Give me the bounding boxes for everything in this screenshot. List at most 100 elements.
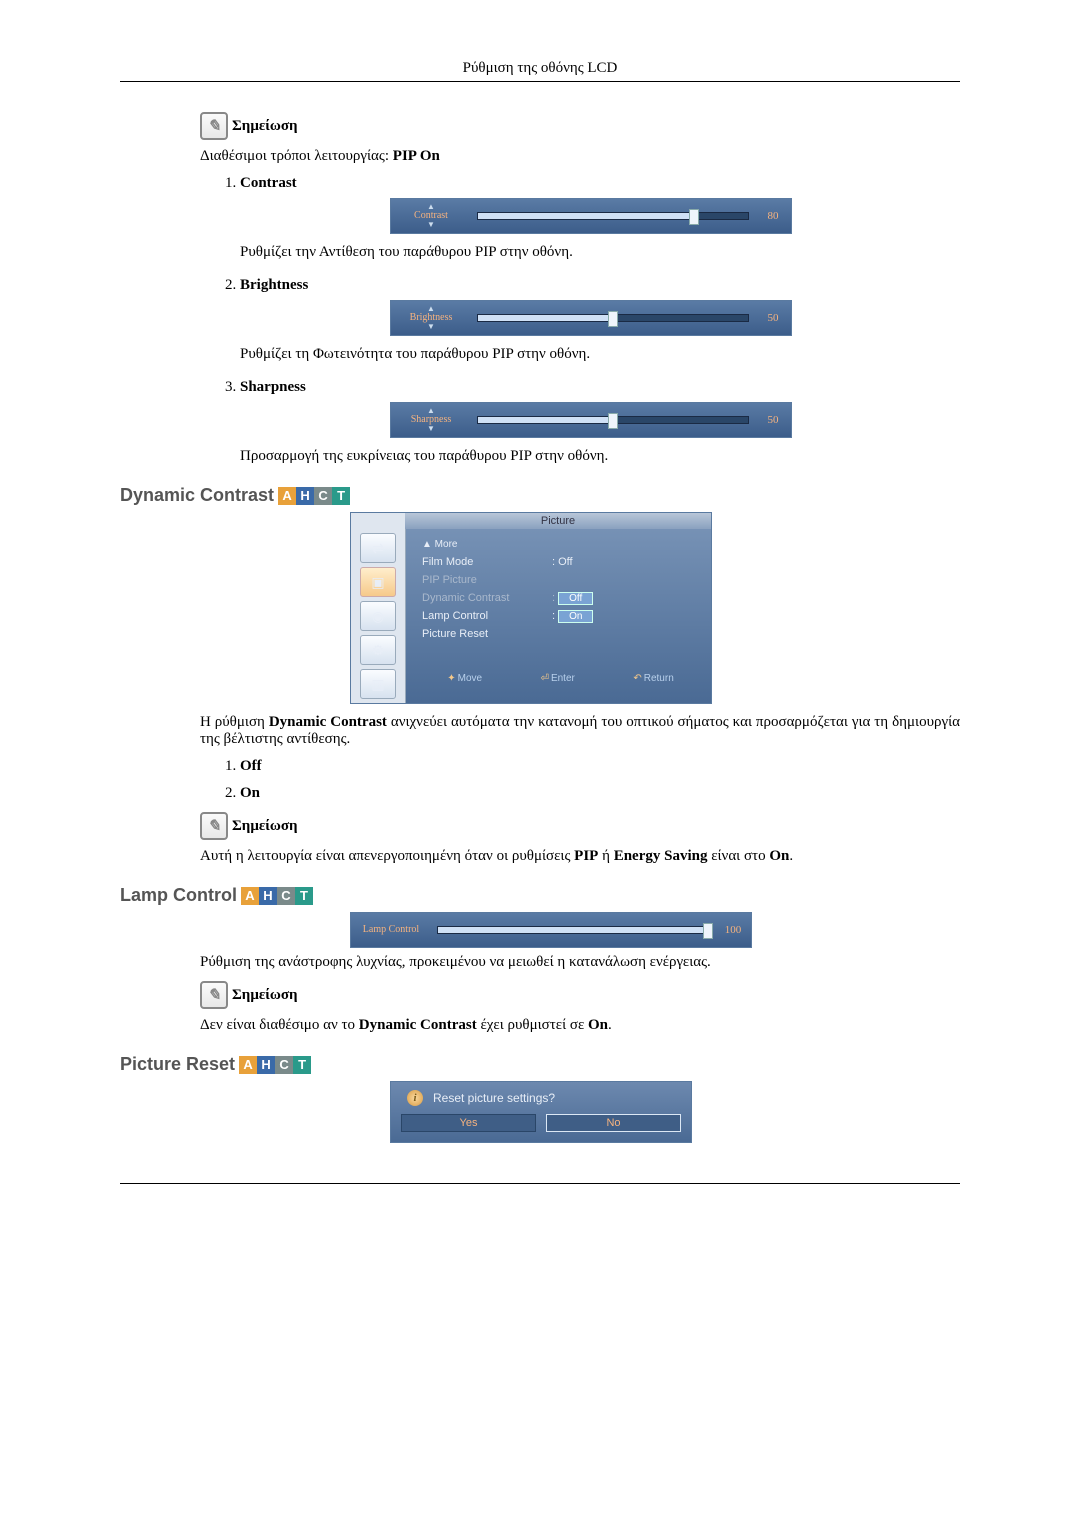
lamp-slider[interactable]: ▲ Lamp Control ▼ 100 — [350, 912, 752, 948]
slider-value: 100 — [715, 924, 751, 936]
dialog-question: Reset picture settings? — [433, 1091, 555, 1105]
contrast-slider[interactable]: ▲ Contrast ▼ 80 — [390, 198, 792, 234]
osd-item-value: Off — [558, 592, 593, 605]
badge-t: T — [295, 887, 313, 905]
pip-settings-list: Contrast ▲ Contrast ▼ 80 — [200, 175, 960, 465]
badge-a: A — [241, 887, 259, 905]
badge-h: H — [296, 487, 314, 505]
slider-value: 80 — [755, 210, 791, 222]
badge-c: C — [277, 887, 295, 905]
item-contrast: Contrast ▲ Contrast ▼ 80 — [240, 175, 960, 261]
badge-t: T — [293, 1056, 311, 1074]
arrow-down-icon[interactable]: ▼ — [427, 221, 435, 229]
osd-item-dynamiccontrast[interactable]: Dynamic Contrast: Off — [422, 589, 703, 607]
modes-bold: PIP On — [393, 148, 440, 164]
slider-track[interactable] — [477, 314, 749, 322]
osd-item-value: On — [558, 610, 593, 623]
badge-c: C — [314, 487, 332, 505]
badge-c: C — [275, 1056, 293, 1074]
lamp-note-text: Δεν είναι διαθέσιμο αν το Dynamic Contra… — [200, 1017, 960, 1034]
item-title: Brightness — [240, 277, 308, 293]
slider-fill — [478, 315, 613, 321]
osd-item-lampcontrol[interactable]: Lamp Control: On — [422, 607, 703, 625]
osd-item-label: Lamp Control — [422, 610, 552, 622]
lamp-desc: Ρύθμιση της ανάστροφης λυχνίας, προκειμέ… — [200, 954, 960, 971]
footer-move: Move — [458, 673, 482, 684]
item-title: Contrast — [240, 175, 297, 191]
badge-a: A — [239, 1056, 257, 1074]
dc-opt-on: On — [240, 785, 960, 802]
modes-prefix: Διαθέσιμοι τρόποι λειτουργίας: — [200, 148, 393, 164]
osd-footer: ✦Move ⏎Enter ↶Return — [418, 673, 703, 684]
slider-thumb[interactable] — [608, 413, 618, 429]
item-desc: Προσαρμογή της ευκρίνειας του παράθυρου … — [240, 448, 960, 465]
slider-fill — [478, 417, 613, 423]
dc-opt-off: Off — [240, 758, 960, 775]
slider-track[interactable] — [477, 416, 749, 424]
osd-picture-menu: Picture ⇄ ▣ ◉ ⚙ ▥ ▲ More Film Mode: Off … — [350, 512, 712, 704]
osd-tab-multi-icon[interactable]: ▥ — [360, 669, 396, 699]
badge-a: A — [278, 487, 296, 505]
osd-item-value: : Off — [552, 556, 703, 568]
dc-desc: Η ρύθμιση Dynamic Contrast ανιχνεύει αυτ… — [200, 714, 960, 748]
footer-enter: Enter — [551, 673, 575, 684]
note-label: Σημείωση — [232, 987, 298, 1004]
slider-value: 50 — [755, 414, 791, 426]
slider-thumb[interactable] — [689, 209, 699, 225]
dialog-question-row: i Reset picture settings? — [401, 1090, 681, 1106]
osd-item-label: Film Mode — [422, 556, 552, 568]
item-sharpness: Sharpness ▲ Sharpness ▼ 50 — [240, 379, 960, 465]
pencil-note-icon: ✎ — [200, 981, 228, 1009]
osd-tab-setup-icon[interactable]: ⚙ — [360, 635, 396, 665]
note-row-2: ✎ Σημείωση — [200, 812, 960, 840]
dialog-yes-button[interactable]: Yes — [401, 1114, 536, 1132]
osd-item-label: ▲ More — [422, 539, 552, 550]
slider-track[interactable] — [437, 926, 709, 934]
osd-item-more[interactable]: ▲ More — [422, 535, 703, 553]
reset-dialog: i Reset picture settings? Yes No — [390, 1081, 692, 1143]
item-title: Sharpness — [240, 379, 306, 395]
osd-item-filmmode[interactable]: Film Mode: Off — [422, 553, 703, 571]
slider-fill — [438, 927, 708, 933]
osd-body: ▲ More Film Mode: Off PIP Picture Dynami… — [406, 529, 711, 703]
modes-text: Διαθέσιμοι τρόποι λειτουργίας: PIP On — [200, 148, 960, 165]
heading-dynamic-contrast: Dynamic Contrast A H C T — [120, 485, 960, 506]
brightness-slider[interactable]: ▲ Brightness ▼ 50 — [390, 300, 792, 336]
note-label: Σημείωση — [232, 118, 298, 135]
item-desc: Ρυθμίζει την Αντίθεση του παράθυρου PIP … — [240, 244, 960, 261]
footer-return: Return — [644, 673, 674, 684]
heading-text: Dynamic Contrast — [120, 485, 274, 506]
badge-h: H — [259, 887, 277, 905]
note-row: ✎ Σημείωση — [200, 112, 960, 140]
slider-label: Lamp Control — [363, 925, 419, 935]
dc-options-list: Off On — [200, 758, 960, 802]
osd-item-pippicture: PIP Picture — [422, 571, 703, 589]
sharpness-slider[interactable]: ▲ Sharpness ▼ 50 — [390, 402, 792, 438]
osd-tab-input-icon[interactable]: ⇄ — [360, 533, 396, 563]
item-brightness: Brightness ▲ Brightness ▼ 50 — [240, 277, 960, 363]
dc-note-text: Αυτή η λειτουργία είναι απενεργοποιημένη… — [200, 848, 960, 865]
move-icon: ✦ — [447, 673, 455, 684]
arrow-down-icon[interactable]: ▼ — [427, 425, 435, 433]
slider-track[interactable] — [477, 212, 749, 220]
mode-badges: A H C T — [278, 487, 350, 505]
osd-item-picturereset[interactable]: Picture Reset — [422, 625, 703, 643]
dialog-no-button[interactable]: No — [546, 1114, 681, 1132]
heading-text: Picture Reset — [120, 1054, 235, 1075]
info-icon: i — [407, 1090, 423, 1106]
return-icon: ↶ — [633, 673, 641, 684]
osd-tab-picture-icon[interactable]: ▣ — [360, 567, 396, 597]
osd-item-label: Dynamic Contrast — [422, 592, 552, 604]
slider-thumb[interactable] — [608, 311, 618, 327]
header-rule — [120, 81, 960, 82]
arrow-down-icon[interactable]: ▼ — [427, 323, 435, 331]
pencil-note-icon: ✎ — [200, 812, 228, 840]
heading-text: Lamp Control — [120, 885, 237, 906]
osd-tab-sound-icon[interactable]: ◉ — [360, 601, 396, 631]
note-row-3: ✎ Σημείωση — [200, 981, 960, 1009]
slider-thumb[interactable] — [703, 923, 713, 939]
mode-badges: A H C T — [241, 887, 313, 905]
badge-h: H — [257, 1056, 275, 1074]
heading-picture-reset: Picture Reset A H C T — [120, 1054, 960, 1075]
page-header: Ρύθμιση της οθόνης LCD — [120, 60, 960, 77]
